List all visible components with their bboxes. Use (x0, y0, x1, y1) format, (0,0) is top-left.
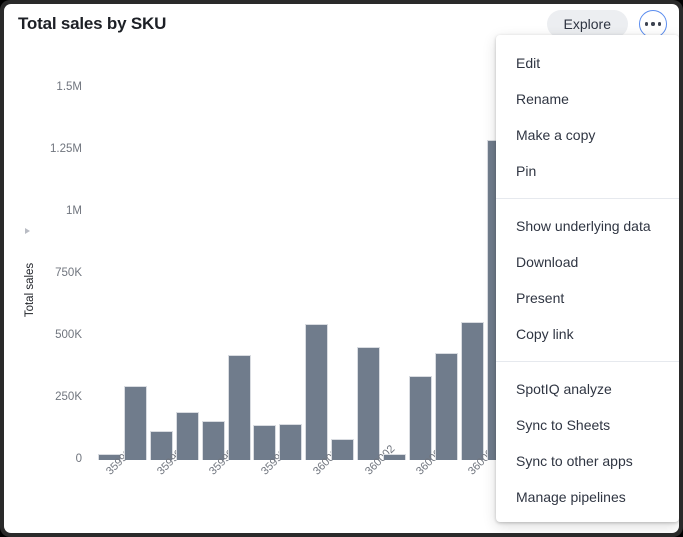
kebab-dot-icon (651, 22, 655, 26)
menu-item-rename[interactable]: Rename (496, 81, 679, 117)
bar[interactable] (279, 424, 303, 460)
menu-item-present[interactable]: Present (496, 280, 679, 316)
y-axis-tick-label: 1M (66, 205, 82, 217)
bar[interactable] (175, 411, 199, 460)
more-options-button[interactable] (639, 10, 667, 38)
menu-divider (496, 361, 679, 362)
menu-item-manage-pipelines[interactable]: Manage pipelines (496, 479, 679, 515)
menu-item-pin[interactable]: Pin (496, 153, 679, 189)
page-title: Total sales by SKU (18, 14, 167, 33)
menu-item-sync-to-sheets[interactable]: Sync to Sheets (496, 407, 679, 443)
screenshot-frame: Total sales by SKU Explore Total sales 1… (0, 0, 683, 537)
y-axis-tick-label: 1.25M (50, 143, 82, 155)
kebab-dot-icon (644, 22, 649, 26)
bar[interactable] (227, 354, 251, 460)
menu-item-copy-link[interactable]: Copy link (496, 316, 679, 352)
y-axis-ticks: 1.5M 1.25M 1M 750K 500K 250K 0 (28, 48, 82, 533)
explore-button[interactable]: Explore (546, 10, 628, 38)
y-axis-tick-label: 250K (55, 391, 82, 403)
bar[interactable] (382, 453, 406, 460)
chart-card: Total sales by SKU Explore Total sales 1… (4, 4, 679, 533)
y-axis-tick-label: 500K (55, 329, 82, 341)
menu-item-sync-to-other-apps[interactable]: Sync to other apps (496, 443, 679, 479)
menu-item-show-underlying-data[interactable]: Show underlying data (496, 208, 679, 244)
bar[interactable] (434, 353, 458, 460)
bar[interactable] (123, 385, 147, 460)
menu-item-make-a-copy[interactable]: Make a copy (496, 117, 679, 153)
menu-item-edit[interactable]: Edit (496, 45, 679, 81)
kebab-dot-icon (657, 22, 662, 26)
y-axis-tick-label: 1.5M (56, 81, 82, 93)
bar[interactable] (357, 347, 380, 460)
y-axis-tick-label: 0 (75, 453, 82, 465)
bar[interactable] (331, 438, 355, 460)
options-dropdown-menu[interactable]: Edit Rename Make a copy Pin Show underlying … (496, 35, 679, 522)
menu-item-download[interactable]: Download (496, 244, 679, 280)
menu-item-spotiq-analyze[interactable]: SpotIQ analyze (496, 371, 679, 407)
bar[interactable] (408, 375, 432, 460)
menu-divider (496, 198, 679, 199)
bar[interactable] (460, 322, 484, 460)
y-axis-tick-label: 750K (55, 267, 82, 279)
bar[interactable] (305, 323, 329, 460)
